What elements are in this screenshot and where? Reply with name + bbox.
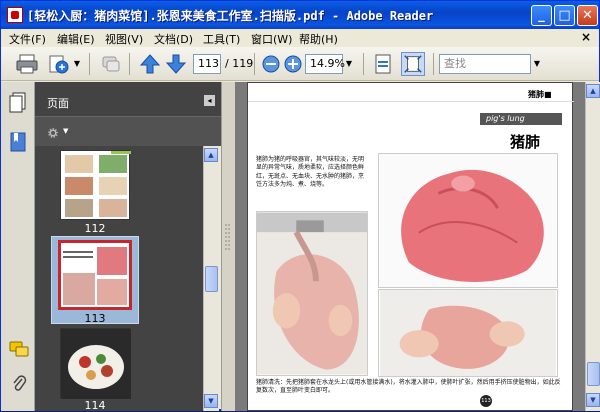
cleaning-instructions-text: 猪肺清洗：先把猪肺套在水龙头上(或用水管接满水)，将水灌入肺中，使肺叶扩张，然后…: [256, 379, 561, 395]
section-chinese-title: 猪肺: [510, 133, 541, 151]
search-input[interactable]: 查找: [439, 54, 531, 74]
email-dropdown-icon[interactable]: ▼: [71, 54, 83, 74]
scroll-down-icon[interactable]: ▼: [204, 394, 218, 408]
toolbar: ▼ 113 / 119 14.9% ▼ 查找 ▼: [1, 47, 599, 81]
menu-bar: 文件(F) 编辑(E) 视图(V) 文档(D) 工具(T) 窗口(W) 帮助(H…: [1, 29, 599, 47]
pages-icon[interactable]: [9, 92, 27, 114]
close-button[interactable]: ✕: [577, 5, 598, 26]
thumbnail-image: [61, 329, 131, 399]
attachments-icon[interactable]: [11, 374, 27, 394]
menu-close-icon[interactable]: ×: [581, 30, 591, 44]
collapse-panel-icon[interactable]: ◂: [204, 95, 215, 106]
zoom-dropdown-icon[interactable]: ▼: [343, 54, 355, 74]
page-thumbnail-114[interactable]: [60, 328, 131, 399]
options-dropdown-icon[interactable]: ▼: [63, 127, 68, 135]
comments-icon[interactable]: [9, 340, 29, 358]
scroll-mode-icon[interactable]: [371, 52, 395, 76]
washing-lung-photo: [256, 211, 368, 376]
thumbnails-scrollbar[interactable]: ▲ ▼: [203, 146, 219, 411]
thumbnail-label-114: 114: [84, 399, 106, 412]
pdf-app-icon[interactable]: [7, 7, 23, 23]
thumbnail-label-112: 112: [84, 222, 106, 235]
thumbnail-image: [63, 247, 127, 305]
search-dropdown-icon[interactable]: ▼: [531, 54, 543, 74]
page-header-text: 猪肺■: [528, 90, 552, 99]
toolbar-separator: [254, 53, 255, 75]
toolbar-separator: [433, 53, 434, 75]
document-scrollbar[interactable]: ▲ ▼: [585, 82, 600, 411]
email-icon[interactable]: [47, 52, 71, 76]
pig-lung-photo: [378, 153, 558, 288]
intro-paragraph: 猪肺为猪的呼吸器官，其气味较淡，无明显的异常气味，质地柔软，应选择颜色鲜红，无斑…: [256, 156, 365, 189]
thumbnail-image: [65, 151, 131, 217]
toolbar-separator: [129, 53, 130, 75]
cleaning-lung-photo: [378, 289, 558, 377]
title-bar[interactable]: [轻松入厨：猪肉菜馆].张恩来美食工作室.扫描版.pdf - Adobe Rea…: [1, 1, 599, 29]
window-title: [轻松入厨：猪肉菜馆].张恩来美食工作室.扫描版.pdf - Adobe Rea…: [27, 9, 434, 23]
toolbar-separator: [89, 53, 90, 75]
gear-icon[interactable]: [45, 125, 61, 141]
menu-file[interactable]: 文件(F): [9, 31, 46, 47]
bookmarks-icon[interactable]: [10, 132, 26, 152]
thumbnails-list: 112 113 114: [35, 146, 203, 412]
page-thumbnail-112[interactable]: [60, 150, 131, 220]
menu-edit[interactable]: 编辑(E): [57, 31, 95, 47]
navigation-icon-strip: [1, 82, 35, 411]
menu-document[interactable]: 文档(D): [154, 31, 193, 47]
minimize-button[interactable]: _: [531, 5, 552, 26]
doc-scroll-down-icon[interactable]: ▼: [586, 393, 600, 407]
zoom-out-icon[interactable]: [259, 52, 283, 76]
page-number-badge: 113: [480, 395, 492, 407]
maximize-button[interactable]: □: [554, 5, 575, 26]
menu-tools[interactable]: 工具(T): [203, 31, 240, 47]
section-english-title: pig's lung: [480, 113, 562, 125]
fit-page-icon[interactable]: [401, 52, 425, 76]
panel-splitter[interactable]: [221, 82, 235, 411]
menu-window[interactable]: 窗口(W): [251, 31, 292, 47]
print-icon[interactable]: [15, 52, 39, 76]
zoom-level-input[interactable]: 14.9%: [305, 54, 345, 74]
menu-help[interactable]: 帮助(H): [299, 31, 338, 47]
splitter-grip-icon[interactable]: [225, 222, 231, 252]
comment-icon[interactable]: [99, 52, 123, 76]
menu-view[interactable]: 视图(V): [105, 31, 143, 47]
scroll-up-icon[interactable]: ▲: [204, 148, 218, 162]
thumbnail-label-113: 113: [84, 312, 106, 325]
previous-page-icon[interactable]: [138, 52, 162, 76]
thumbnails-scroll-thumb[interactable]: [205, 266, 218, 292]
document-scroll-thumb[interactable]: [587, 362, 600, 386]
adobe-reader-window: [轻松入厨：猪肉菜馆].张恩来美食工作室.扫描版.pdf - Adobe Rea…: [0, 0, 600, 412]
zoom-in-icon[interactable]: [281, 52, 305, 76]
page-thumbnail-113[interactable]: [58, 240, 132, 310]
pages-panel-title: 页面: [47, 97, 69, 110]
next-page-icon[interactable]: [164, 52, 188, 76]
pages-panel-header: 页面 ◂: [35, 82, 221, 116]
panel-options-bar: ▼: [35, 116, 221, 146]
toolbar-separator: [363, 53, 364, 75]
page-total-label: / 119: [225, 57, 254, 70]
pdf-page-113[interactable]: 猪肺■ pig's lung 猪肺 猪肺为猪的呼吸器官，其气味较淡，无明显的异常…: [247, 82, 574, 411]
doc-scroll-up-icon[interactable]: ▲: [586, 84, 600, 98]
page-number-input[interactable]: 113: [193, 54, 221, 74]
